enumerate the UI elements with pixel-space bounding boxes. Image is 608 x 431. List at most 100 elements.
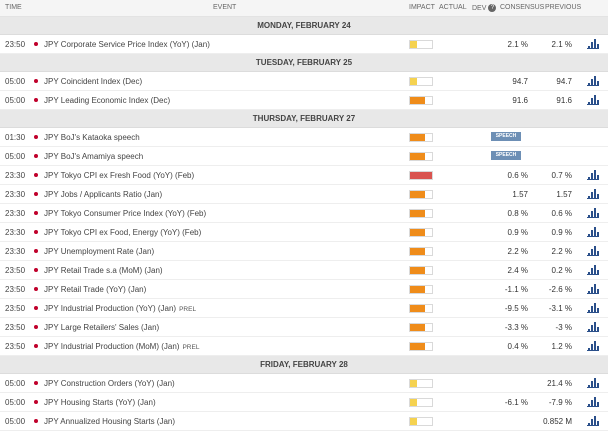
event-name[interactable]: JPY BoJ's Kataoka speech xyxy=(44,133,140,142)
event-row[interactable]: 23:50 JPY Industrial Production (YoY) (Ja… xyxy=(0,299,608,318)
event-time: 23:50 xyxy=(5,266,26,275)
event-name-text[interactable]: JPY Housing Starts (YoY) (Jan) xyxy=(44,398,156,407)
event-name[interactable]: JPY Jobs / Applicants Ratio (Jan) xyxy=(44,190,162,199)
event-row[interactable]: 23:50 JPY Retail Trade s.a (MoM) (Jan) 2.4… xyxy=(0,261,608,280)
impact-fill xyxy=(410,286,425,293)
event-name-text[interactable]: JPY Tokyo Consumer Price Index (YoY) (Fe… xyxy=(44,209,206,218)
event-name[interactable]: JPY Construction Orders (YoY) (Jan) xyxy=(44,379,175,388)
event-row[interactable]: 23:30 JPY Jobs / Applicants Ratio (Jan) 1.… xyxy=(0,185,608,204)
event-row[interactable]: 23:50 JPY Corporate Service Price Index (… xyxy=(0,35,608,54)
event-row[interactable]: 23:30 JPY Unemployment Rate (Jan) 2.2 % 2.2… xyxy=(0,242,608,261)
event-name-text[interactable]: JPY Annualized Housing Starts (Jan) xyxy=(44,417,175,426)
event-row[interactable]: 05:00 JPY Construction Orders (YoY) (Jan)… xyxy=(0,374,608,393)
speech-badge[interactable]: SPEECH xyxy=(491,132,521,141)
speech-badge[interactable]: SPEECH xyxy=(491,151,521,160)
event-name-text[interactable]: JPY Industrial Production (MoM) (Jan) xyxy=(44,342,179,351)
event-name-text[interactable]: JPY Industrial Production (YoY) (Jan) xyxy=(44,304,176,313)
bar-chart-icon[interactable] xyxy=(587,246,599,256)
previous-value: 21.4 % xyxy=(547,379,572,388)
event-row[interactable]: 23:30 JPY Tokyo CPI ex Food, Energy (YoY)… xyxy=(0,223,608,242)
event-row[interactable]: 05:00 JPY Annualized Housing Starts (Jan)… xyxy=(0,412,608,431)
bar-chart-icon[interactable] xyxy=(587,170,599,180)
event-name[interactable]: JPY Tokyo CPI ex Fresh Food (YoY) (Feb) xyxy=(44,171,194,180)
event-time: 23:50 xyxy=(5,323,26,332)
event-row[interactable]: 01:30 JPY BoJ's Kataoka speech SPEECH xyxy=(0,128,608,147)
bar-chart-icon[interactable] xyxy=(587,227,599,237)
impact-bar xyxy=(409,133,433,142)
event-row[interactable]: 05:00 JPY Coincident Index (Dec) 94.7 94.7 xyxy=(0,72,608,91)
event-name[interactable]: JPY Annualized Housing Starts (Jan) xyxy=(44,417,175,426)
event-name-text[interactable]: JPY Leading Economic Index (Dec) xyxy=(44,96,170,105)
event-name[interactable]: JPY Coincident Index (Dec) xyxy=(44,77,142,86)
bar-chart-icon[interactable] xyxy=(587,208,599,218)
event-name[interactable]: JPY Tokyo Consumer Price Index (YoY) (Fe… xyxy=(44,209,206,218)
event-name[interactable]: JPY Industrial Production (MoM) (Jan) PRE… xyxy=(44,342,199,351)
event-name[interactable]: JPY Leading Economic Index (Dec) xyxy=(44,96,170,105)
event-name-text[interactable]: JPY Unemployment Rate (Jan) xyxy=(44,247,154,256)
bar-chart-icon[interactable] xyxy=(587,76,599,86)
currency-flag-icon xyxy=(34,400,38,404)
previous-value: -3 % xyxy=(555,323,572,332)
event-name-text[interactable]: JPY Tokyo CPI ex Fresh Food (YoY) (Feb) xyxy=(44,171,194,180)
consensus-value: 94.7 xyxy=(512,77,528,86)
event-name-text[interactable]: JPY Large Retailers' Sales (Jan) xyxy=(44,323,159,332)
bar-chart-icon[interactable] xyxy=(587,303,599,313)
event-name-text[interactable]: JPY Coincident Index (Dec) xyxy=(44,77,142,86)
bar-chart-icon[interactable] xyxy=(587,378,599,388)
bar-chart-icon[interactable] xyxy=(587,39,599,49)
consensus-value: -6.1 % xyxy=(504,398,528,407)
event-name-text[interactable]: JPY Tokyo CPI ex Food, Energy (YoY) (Feb… xyxy=(44,228,201,237)
event-time: 05:00 xyxy=(5,152,26,161)
event-name[interactable]: JPY Tokyo CPI ex Food, Energy (YoY) (Feb… xyxy=(44,228,201,237)
event-name[interactable]: JPY Large Retailers' Sales (Jan) xyxy=(44,323,159,332)
event-row[interactable]: 05:00 JPY Leading Economic Index (Dec) 91.… xyxy=(0,91,608,110)
event-row[interactable]: 05:00 JPY Housing Starts (YoY) (Jan) -6.1 … xyxy=(0,393,608,412)
event-name-text[interactable]: JPY Retail Trade s.a (MoM) (Jan) xyxy=(44,266,163,275)
bar-chart-icon[interactable] xyxy=(587,284,599,294)
event-time: 23:30 xyxy=(5,190,26,199)
event-name-text[interactable]: JPY Retail Trade (YoY) (Jan) xyxy=(44,285,146,294)
event-name[interactable]: JPY Housing Starts (YoY) (Jan) xyxy=(44,398,156,407)
event-row[interactable]: 23:30 JPY Tokyo CPI ex Fresh Food (YoY) (… xyxy=(0,166,608,185)
impact-fill xyxy=(410,399,418,406)
event-name[interactable]: JPY Retail Trade s.a (MoM) (Jan) xyxy=(44,266,163,275)
event-row[interactable]: 05:00 JPY BoJ's Amamiya speech SPEECH xyxy=(0,147,608,166)
event-name-text[interactable]: JPY Construction Orders (YoY) (Jan) xyxy=(44,379,175,388)
previous-value: 0.9 % xyxy=(551,228,572,237)
event-row[interactable]: 23:50 JPY Large Retailers' Sales (Jan) -3.… xyxy=(0,318,608,337)
day-header: MONDAY, FEBRUARY 24 xyxy=(0,17,608,35)
event-name-text[interactable]: JPY BoJ's Kataoka speech xyxy=(44,133,140,142)
help-icon[interactable]: ? xyxy=(488,4,497,12)
previous-value: -7.9 % xyxy=(548,398,572,407)
bar-chart-icon[interactable] xyxy=(587,397,599,407)
event-name[interactable]: JPY BoJ's Amamiya speech xyxy=(44,152,143,161)
event-name[interactable]: JPY Industrial Production (YoY) (Jan) PRE… xyxy=(44,304,196,313)
previous-value: -2.6 % xyxy=(548,285,572,294)
event-row[interactable]: 23:50 JPY Industrial Production (MoM) (Ja… xyxy=(0,337,608,356)
bar-chart-icon[interactable] xyxy=(587,341,599,351)
bar-chart-icon[interactable] xyxy=(587,265,599,275)
bar-chart-icon[interactable] xyxy=(587,416,599,426)
bar-chart-icon[interactable] xyxy=(587,189,599,199)
event-name-text[interactable]: JPY Corporate Service Price Index (YoY) … xyxy=(44,40,210,49)
consensus-value: 1.57 xyxy=(512,190,528,199)
event-name[interactable]: JPY Retail Trade (YoY) (Jan) xyxy=(44,285,146,294)
consensus-value: 0.4 % xyxy=(507,342,528,351)
event-row[interactable]: 23:50 JPY Retail Trade (YoY) (Jan) -1.1 % -… xyxy=(0,280,608,299)
event-row[interactable]: 23:30 JPY Tokyo Consumer Price Index (YoY… xyxy=(0,204,608,223)
consensus-value: 2.4 % xyxy=(507,266,528,275)
table-header: TIME EVENT IMPACT ACTUAL DEV? CONSENSUS … xyxy=(0,0,608,17)
previous-value: 91.6 xyxy=(556,96,572,105)
currency-flag-icon xyxy=(34,287,38,291)
bar-chart-icon[interactable] xyxy=(587,322,599,332)
bar-chart-icon[interactable] xyxy=(587,95,599,105)
consensus-value: 2.1 % xyxy=(507,40,528,49)
event-time: 23:50 xyxy=(5,40,26,49)
impact-fill xyxy=(410,305,425,312)
event-name[interactable]: JPY Corporate Service Price Index (YoY) … xyxy=(44,40,210,49)
impact-fill xyxy=(410,134,425,141)
event-name[interactable]: JPY Unemployment Rate (Jan) xyxy=(44,247,154,256)
event-name-text[interactable]: JPY BoJ's Amamiya speech xyxy=(44,152,143,161)
impact-bar xyxy=(409,209,433,218)
event-name-text[interactable]: JPY Jobs / Applicants Ratio (Jan) xyxy=(44,190,162,199)
